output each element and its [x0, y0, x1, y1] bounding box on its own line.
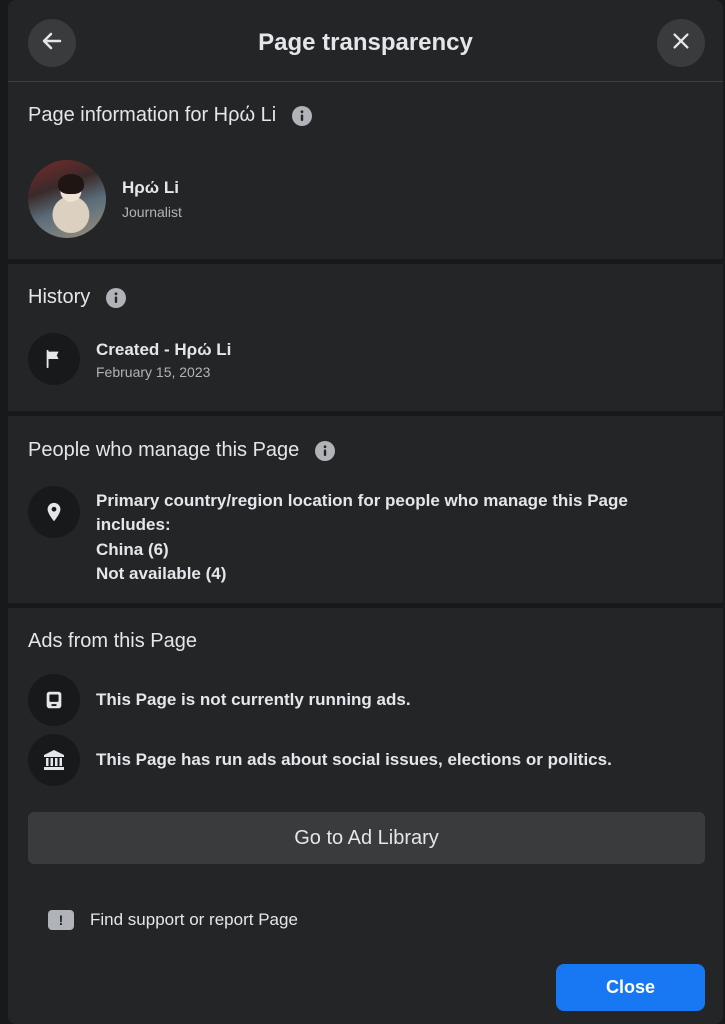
manager-location-china: China (6)	[96, 540, 169, 559]
page-info-heading-text: Page information for Ηρώ Li	[28, 104, 277, 126]
go-to-ad-library-button[interactable]: Go to Ad Library	[28, 812, 705, 864]
close-x-button[interactable]	[657, 19, 705, 67]
page-info-heading: Page information for Ηρώ Li	[28, 104, 313, 127]
ads-heading-text: Ads from this Page	[28, 630, 197, 652]
government-building-icon	[28, 734, 80, 786]
info-icon[interactable]	[292, 105, 313, 126]
info-icon[interactable]	[106, 287, 127, 308]
dialog-header: Page transparency	[8, 0, 723, 82]
dialog-title: Page transparency	[258, 29, 473, 56]
page-name[interactable]: Ηρώ Li	[122, 178, 179, 198]
avatar[interactable]	[28, 160, 106, 238]
ads-political: This Page has run ads about social issue…	[96, 750, 612, 769]
manager-location-not-available: Not available (4)	[96, 564, 227, 583]
managers-heading: People who manage this Page	[28, 439, 336, 462]
page-transparency-dialog: Page transparency Page information for Η…	[8, 0, 723, 1024]
ads-heading: Ads from this Page	[28, 630, 197, 653]
report-icon: !	[48, 910, 74, 930]
section-divider	[8, 259, 723, 264]
location-pin-icon	[28, 486, 80, 538]
ads-not-running: This Page is not currently running ads.	[96, 690, 411, 709]
flag-icon	[28, 333, 80, 385]
managers-heading-text: People who manage this Page	[28, 439, 300, 461]
history-heading-text: History	[28, 286, 91, 308]
history-heading: History	[28, 286, 127, 309]
device-icon	[28, 674, 80, 726]
find-support-label: Find support or report Page	[90, 910, 298, 929]
close-icon	[670, 30, 692, 57]
info-icon[interactable]	[315, 440, 336, 461]
history-event: Created - Ηρώ Li	[96, 340, 232, 359]
find-support-link[interactable]: ! Find support or report Page	[48, 910, 298, 930]
close-button[interactable]: Close	[556, 964, 705, 1011]
section-divider	[8, 603, 723, 608]
page-category: Journalist	[122, 204, 182, 220]
managers-description: Primary country/region location for peop…	[96, 491, 628, 534]
section-divider	[8, 411, 723, 416]
history-date: February 15, 2023	[96, 364, 211, 380]
